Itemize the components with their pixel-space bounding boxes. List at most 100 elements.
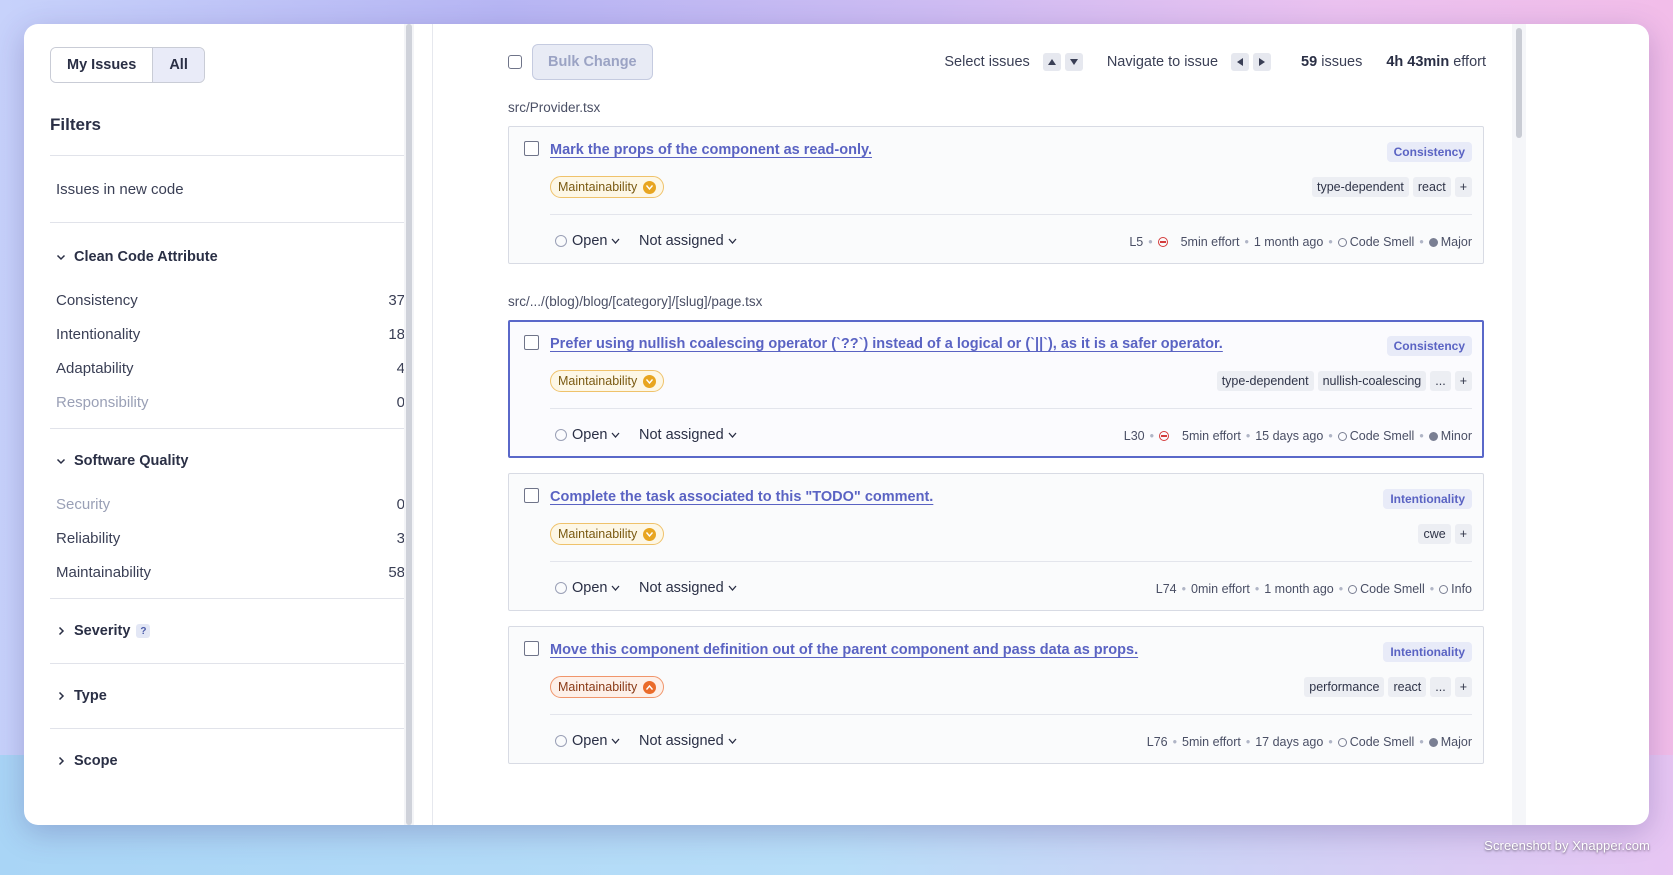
arrow-right-icon: [1259, 58, 1266, 66]
issue-checkbox[interactable]: [524, 488, 539, 503]
line-number-link[interactable]: L5: [1129, 235, 1143, 249]
all-issues-button[interactable]: All: [152, 48, 204, 82]
issue-severity: Major: [1440, 235, 1472, 249]
filter-label: Adaptability: [56, 359, 134, 377]
severity-icon: [1428, 737, 1438, 747]
navigate-previous-issue-button[interactable]: [1231, 53, 1250, 71]
add-tag-button[interactable]: +: [1454, 524, 1472, 544]
quality-label: Maintainability: [558, 374, 638, 388]
filter-item-adaptability[interactable]: Adaptability 4: [50, 351, 411, 385]
chevron-down-icon: [611, 432, 620, 438]
divider: [50, 728, 411, 729]
software-quality-badge[interactable]: Maintainability: [550, 370, 665, 392]
filter-item-intentionality[interactable]: Intentionality 18: [50, 317, 411, 351]
issue-age: 17 days ago: [1255, 735, 1324, 749]
line-number-link[interactable]: L74: [1156, 582, 1177, 596]
issue-type: Code Smell: [1349, 429, 1415, 443]
tag[interactable]: react: [1388, 677, 1427, 697]
select-all-checkbox[interactable]: [508, 55, 522, 69]
issue-type: Code Smell: [1360, 582, 1425, 596]
main-scrollbar-thumb[interactable]: [1516, 28, 1522, 138]
arrow-left-icon: [1237, 58, 1244, 66]
status-dropdown[interactable]: Open: [555, 580, 620, 596]
select-next-issue-button[interactable]: [1064, 53, 1083, 71]
filter-item-reliability[interactable]: Reliability 3: [50, 521, 411, 555]
tag[interactable]: nullish-coalescing: [1317, 371, 1427, 391]
navigate-next-issue-button[interactable]: [1253, 53, 1272, 71]
issue-card-selected[interactable]: Prefer using nullish coalescing operator…: [508, 320, 1484, 458]
assignee-dropdown[interactable]: Not assigned: [639, 580, 737, 596]
add-tag-button[interactable]: +: [1454, 677, 1472, 697]
type-section-toggle[interactable]: Type: [50, 678, 411, 714]
chevron-down-icon: [611, 585, 620, 591]
quality-label: Maintainability: [558, 680, 638, 694]
status-dropdown[interactable]: Open: [555, 733, 620, 749]
sidebar-scrollbar[interactable]: [404, 24, 414, 825]
sidebar-scrollbar-thumb[interactable]: [406, 24, 412, 825]
software-quality-section-toggle[interactable]: Software Quality: [50, 443, 411, 479]
issue-title-link[interactable]: Move this component definition out of th…: [550, 642, 1138, 658]
help-icon[interactable]: ?: [136, 624, 151, 638]
filter-item-responsibility[interactable]: Responsibility 0: [50, 385, 411, 419]
add-tag-button[interactable]: +: [1454, 371, 1472, 391]
tag[interactable]: react: [1412, 177, 1451, 197]
line-number-link[interactable]: L76: [1147, 735, 1168, 749]
issue-title-link[interactable]: Complete the task associated to this "TO…: [550, 489, 933, 505]
clean-code-attribute-badge: Consistency: [1386, 336, 1472, 356]
severity-medium-icon: [643, 374, 657, 388]
arrow-down-icon: [1069, 59, 1078, 65]
filter-item-consistency[interactable]: Consistency 37: [50, 283, 411, 317]
more-tags-button[interactable]: ...: [1430, 371, 1451, 391]
assignee-dropdown[interactable]: Not assigned: [639, 233, 737, 249]
filter-item-maintainability[interactable]: Maintainability 58: [50, 555, 411, 589]
bulk-change-button[interactable]: Bulk Change: [532, 44, 653, 80]
my-issues-button[interactable]: My Issues: [51, 48, 153, 82]
issue-title-link[interactable]: Prefer using nullish coalescing operator…: [550, 336, 1223, 352]
issue-card[interactable]: Complete the task associated to this "TO…: [508, 473, 1484, 611]
issue-checkbox[interactable]: [524, 141, 539, 156]
divider: [550, 714, 1472, 715]
software-quality-badge[interactable]: Maintainability: [550, 523, 665, 545]
software-quality-badge[interactable]: Maintainability: [550, 676, 665, 698]
open-status-icon: [555, 429, 567, 441]
issue-title-link[interactable]: Mark the props of the component as read-…: [550, 142, 872, 158]
status-dropdown[interactable]: Open: [555, 427, 620, 443]
tag[interactable]: type-dependent: [1216, 371, 1314, 391]
main-scrollbar[interactable]: [1512, 24, 1526, 825]
divider: [550, 214, 1472, 215]
select-issues-label: Select issues: [944, 54, 1030, 70]
software-quality-badge[interactable]: Maintainability: [550, 176, 665, 198]
tag[interactable]: performance: [1304, 677, 1385, 697]
scope-section-toggle[interactable]: Scope: [50, 743, 411, 779]
divider: [50, 663, 411, 664]
assignee-dropdown[interactable]: Not assigned: [639, 427, 737, 443]
issue-checkbox[interactable]: [524, 641, 539, 656]
clean-code-section-toggle[interactable]: Clean Code Attribute: [50, 239, 411, 275]
clean-code-attribute-badge: Intentionality: [1383, 642, 1472, 662]
issue-type: Code Smell: [1349, 235, 1415, 249]
severity-section-toggle[interactable]: Severity ?: [50, 613, 411, 649]
issue-card[interactable]: Move this component definition out of th…: [508, 626, 1484, 764]
clean-code-attribute-badge: Intentionality: [1383, 489, 1472, 509]
arrow-up-icon: [1047, 59, 1056, 65]
issue-card[interactable]: Mark the props of the component as read-…: [508, 126, 1484, 264]
total-effort-label: effort: [1453, 54, 1486, 70]
status-dropdown[interactable]: Open: [555, 233, 620, 249]
issue-meta: L76 • 5min effort • 17 days ago • Code S…: [1146, 735, 1472, 749]
filter-label: Reliability: [56, 529, 121, 547]
issue-severity: Info: [1451, 582, 1472, 596]
severity-medium-icon: [643, 527, 657, 541]
select-previous-issue-button[interactable]: [1042, 53, 1061, 71]
severity-icon: [1428, 237, 1438, 247]
assignee-dropdown[interactable]: Not assigned: [639, 733, 737, 749]
tag[interactable]: cwe: [1418, 524, 1451, 544]
effort-value: 5min effort: [1182, 735, 1241, 749]
tag[interactable]: type-dependent: [1312, 177, 1409, 197]
line-number-link[interactable]: L30: [1124, 429, 1145, 443]
more-tags-button[interactable]: ...: [1430, 677, 1451, 697]
add-tag-button[interactable]: +: [1454, 177, 1472, 197]
issues-toolbar: Bulk Change Select issues Navigate to is…: [508, 44, 1486, 80]
new-code-filter[interactable]: Issues in new code: [50, 156, 411, 222]
issue-checkbox[interactable]: [524, 335, 539, 350]
filter-item-security[interactable]: Security 0: [50, 487, 411, 521]
